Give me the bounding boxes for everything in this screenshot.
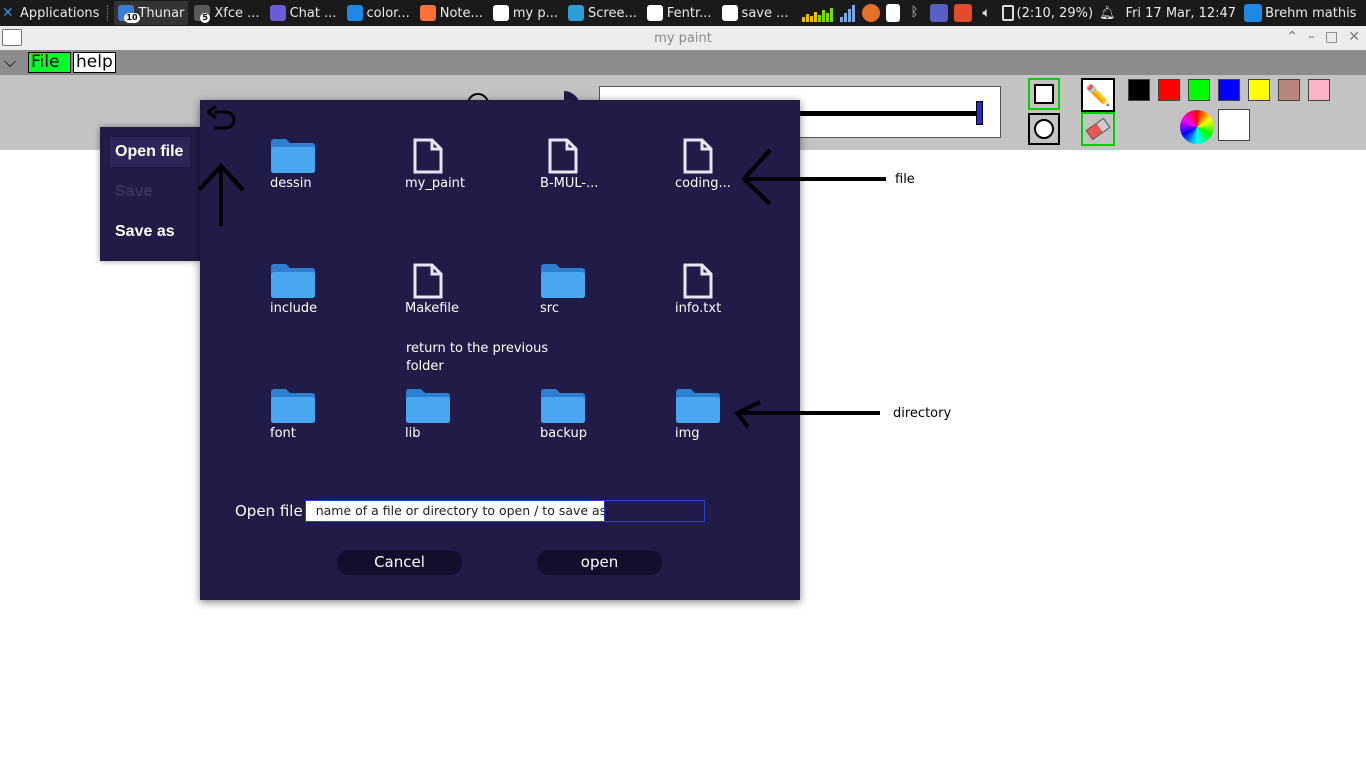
- arrow-up-annotation: [197, 163, 245, 226]
- annotation-directory-label: directory: [893, 406, 952, 421]
- arrow-file-annotation: [741, 148, 886, 206]
- arrow-directory-annotation: [733, 400, 880, 429]
- annotation-arrows: [197, 148, 886, 429]
- annotation-file-label: file: [895, 172, 915, 187]
